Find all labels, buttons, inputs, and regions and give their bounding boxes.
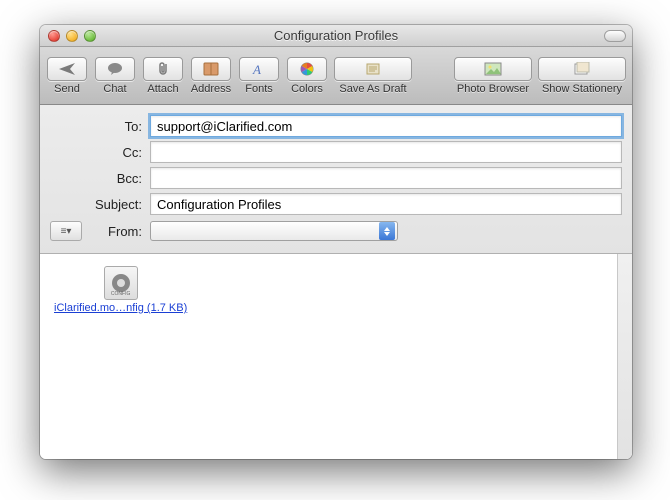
minimize-button[interactable]: [66, 30, 78, 42]
from-label: From:: [90, 224, 150, 239]
subject-label: Subject:: [50, 197, 150, 212]
to-field[interactable]: [150, 115, 622, 137]
paperclip-icon: [156, 61, 170, 77]
window-title: Configuration Profiles: [40, 25, 632, 47]
address-book-icon: [203, 62, 219, 76]
show-stationery-label: Show Stationery: [542, 83, 622, 95]
stationery-icon: [573, 62, 591, 76]
to-label: To:: [50, 119, 150, 134]
attachment[interactable]: iClarified.mo…nfig (1.7 KB): [54, 266, 187, 314]
send-icon: [58, 62, 76, 76]
save-draft-label: Save As Draft: [339, 83, 406, 95]
address-label: Address: [191, 83, 231, 95]
compose-window: Configuration Profiles Send Chat: [40, 25, 632, 459]
photo-browser-label: Photo Browser: [457, 83, 529, 95]
svg-text:A: A: [252, 62, 261, 76]
titlebar: Configuration Profiles: [40, 25, 632, 47]
toolbar-pill-button[interactable]: [604, 30, 626, 42]
attach-label: Attach: [147, 83, 178, 95]
config-file-icon: [104, 266, 138, 300]
photo-browser-item[interactable]: Photo Browser: [454, 57, 532, 95]
fonts-label: Fonts: [245, 83, 273, 95]
bcc-label: Bcc:: [50, 171, 150, 186]
resize-handle[interactable]: [618, 445, 632, 459]
cc-field[interactable]: [150, 141, 622, 163]
from-select[interactable]: [150, 221, 398, 241]
cc-label: Cc:: [50, 145, 150, 160]
send-label: Send: [54, 83, 80, 95]
select-stepper-icon: [379, 222, 395, 240]
attach-item[interactable]: Attach: [142, 57, 184, 95]
zoom-button[interactable]: [84, 30, 96, 42]
chat-label: Chat: [103, 83, 126, 95]
header-details-button[interactable]: ≡▾: [50, 221, 82, 241]
attachment-label[interactable]: iClarified.mo…nfig (1.7 KB): [54, 302, 187, 314]
headers-panel: To: Cc: Bcc: Subject: ≡▾ From:: [40, 105, 632, 254]
show-stationery-item[interactable]: Show Stationery: [538, 57, 626, 95]
colors-icon: [299, 61, 315, 77]
photo-browser-icon: [484, 62, 502, 76]
address-item[interactable]: Address: [190, 57, 232, 95]
bcc-field[interactable]: [150, 167, 622, 189]
save-draft-icon: [365, 62, 381, 76]
subject-field[interactable]: [150, 193, 622, 215]
message-body[interactable]: iClarified.mo…nfig (1.7 KB): [40, 254, 632, 459]
colors-item[interactable]: Colors: [286, 57, 328, 95]
send-item[interactable]: Send: [46, 57, 88, 95]
chat-icon: [107, 62, 123, 76]
menu-icon: ≡▾: [61, 226, 72, 237]
colors-label: Colors: [291, 83, 323, 95]
fonts-icon: A: [251, 62, 267, 76]
chat-item[interactable]: Chat: [94, 57, 136, 95]
toolbar: Send Chat Attach Addres: [40, 47, 632, 105]
save-draft-item[interactable]: Save As Draft: [334, 57, 412, 95]
traffic-lights: [40, 30, 96, 42]
close-button[interactable]: [48, 30, 60, 42]
fonts-item[interactable]: A Fonts: [238, 57, 280, 95]
